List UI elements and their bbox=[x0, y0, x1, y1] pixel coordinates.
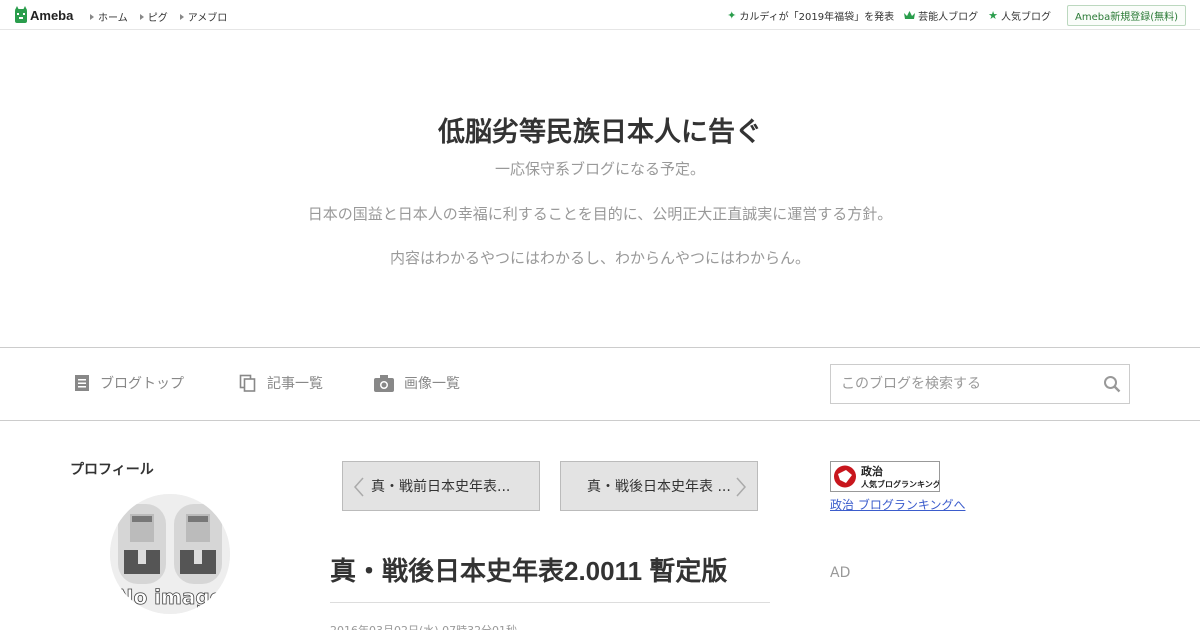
celebrity-blog-link[interactable]: 芸能人ブログ bbox=[904, 8, 978, 23]
top-bar: Ameba ホーム ピグ アメブロ ✦ カルディが「2019年福袋」を発表 芸能… bbox=[0, 0, 1200, 30]
nav-image-list[interactable]: 画像一覧 bbox=[374, 373, 460, 393]
nav-ameblo-label: アメブロ bbox=[187, 13, 228, 24]
crown-icon bbox=[904, 11, 916, 19]
ranking-banner-subtitle: 人気ブログランキング bbox=[861, 479, 939, 489]
blog-search-input[interactable] bbox=[831, 365, 1091, 403]
camera-icon bbox=[374, 374, 394, 392]
popular-blog-label: 人気ブログ bbox=[1000, 12, 1051, 23]
blog-header: 低脳劣等民族日本人に告ぐ 一応保守系ブログになる予定。 日本の国益と日本人の幸福… bbox=[0, 30, 1200, 348]
news-link[interactable]: ✦ カルディが「2019年福袋」を発表 bbox=[727, 8, 894, 23]
nav-pigg-label: ピグ bbox=[147, 13, 168, 24]
triangle-icon bbox=[139, 13, 144, 20]
nav-blog-top-label: ブログトップ bbox=[100, 376, 184, 392]
ranking-link[interactable]: 政治 ブログランキングへ bbox=[830, 496, 965, 513]
triangle-icon bbox=[179, 13, 184, 20]
ameba-logo[interactable]: Ameba bbox=[14, 6, 73, 24]
document-icon bbox=[75, 375, 89, 391]
nav-home-label: ホーム bbox=[98, 13, 128, 24]
nav-image-list-label: 画像一覧 bbox=[404, 376, 460, 392]
blog-nav-bar: ブログトップ 記事一覧 画像一覧 bbox=[0, 347, 1200, 421]
nav-ameblo-link[interactable]: アメブロ bbox=[179, 9, 228, 24]
sparkle-icon: ✦ bbox=[727, 9, 737, 22]
blog-title[interactable]: 低脳劣等民族日本人に告ぐ bbox=[0, 110, 1200, 149]
avatar-placeholder-text: No image bbox=[117, 585, 224, 609]
blog-description-line: 日本の国益と日本人の幸福に利することを目的に、公明正大正直誠実に運営する方針。 bbox=[307, 205, 893, 223]
prev-entry-button[interactable]: 真・戦前日本史年表... bbox=[342, 461, 540, 511]
blog-description-line: 内容はわかるやつにはわかるし、わからんやつにはわからん。 bbox=[389, 249, 810, 267]
logo-text: Ameba bbox=[30, 7, 74, 23]
entry-title[interactable]: 真・戦後日本史年表2.0011 暫定版 bbox=[330, 551, 727, 588]
celebrity-blog-label: 芸能人ブログ bbox=[918, 12, 979, 23]
search-icon[interactable] bbox=[1103, 375, 1121, 393]
profile-heading: プロフィール bbox=[70, 462, 154, 478]
signup-button[interactable]: Ameba新規登録(無料) bbox=[1066, 5, 1186, 26]
star-icon: ★ bbox=[988, 9, 998, 22]
chevron-right-icon bbox=[736, 477, 747, 497]
chevron-left-icon bbox=[353, 477, 364, 497]
nav-pigg-link[interactable]: ピグ bbox=[139, 9, 168, 24]
ameba-logo-icon bbox=[15, 6, 27, 23]
news-label: カルディが「2019年福袋」を発表 bbox=[739, 12, 895, 23]
popular-blog-link[interactable]: ★ 人気ブログ bbox=[988, 8, 1051, 23]
blog-search-box bbox=[830, 364, 1130, 404]
next-entry-label: 真・戦後日本史年表 ... bbox=[587, 479, 731, 495]
global-nav: ホーム ピグ アメブロ bbox=[90, 9, 227, 24]
nav-blog-top[interactable]: ブログトップ bbox=[74, 373, 184, 393]
next-entry-button[interactable]: 真・戦後日本史年表 ... bbox=[560, 461, 758, 511]
top-right-links: ✦ カルディが「2019年福袋」を発表 芸能人ブログ ★ 人気ブログ Ameba… bbox=[727, 5, 1186, 26]
nav-entry-list[interactable]: 記事一覧 bbox=[239, 373, 323, 393]
ranking-banner[interactable]: 政治 人気ブログランキング bbox=[830, 461, 940, 492]
divider bbox=[330, 602, 770, 603]
avatar[interactable]: No image bbox=[110, 494, 230, 614]
ad-label: AD bbox=[830, 565, 851, 581]
nav-home-link[interactable]: ホーム bbox=[90, 9, 128, 24]
copy-icon bbox=[239, 374, 256, 392]
nav-entry-list-label: 記事一覧 bbox=[267, 376, 323, 392]
entry-date: 2016年03月02日(水) 07時32分01秒 bbox=[330, 622, 517, 630]
ranking-banner-title: 政治 bbox=[861, 464, 883, 478]
prev-entry-label: 真・戦前日本史年表... bbox=[371, 479, 511, 495]
blog-description-line: 一応保守系ブログになる予定。 bbox=[494, 160, 705, 178]
ranking-banner-image: 政治 人気ブログランキング bbox=[831, 462, 939, 491]
triangle-icon bbox=[90, 13, 94, 20]
no-image-placeholder: No image bbox=[110, 494, 230, 614]
